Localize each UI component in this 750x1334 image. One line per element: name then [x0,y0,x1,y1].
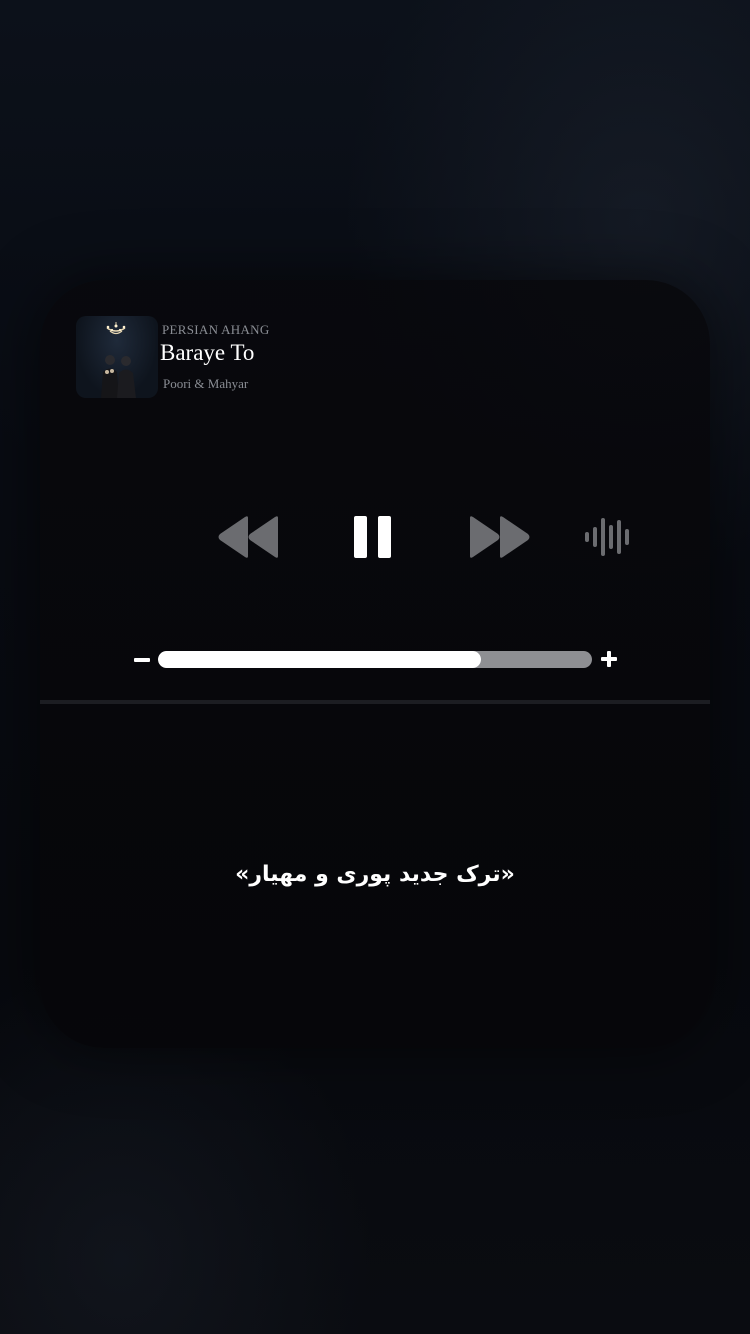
album-cover-image [76,316,158,398]
pause-button[interactable] [350,512,396,562]
rewind-icon [218,516,278,558]
fast-forward-button[interactable] [468,514,532,560]
track-artist: Poori & Mahyar [163,376,249,391]
fast-forward-icon [470,516,530,558]
pause-icon [354,516,391,558]
story-screen: PERSIAN AHANG Baraye To Poori & Mahyar «… [0,0,750,1334]
volume-down-button[interactable] [134,658,150,662]
volume-slider[interactable] [158,651,592,668]
chandelier-icon [106,322,126,335]
audio-output-button[interactable] [582,516,636,558]
now-playing-card: PERSIAN AHANG Baraye To Poori & Mahyar [40,280,710,1048]
waveform-icon [585,518,629,556]
rewind-button[interactable] [216,514,280,560]
artists-silhouette-icon [101,355,136,398]
volume-slider-fill [158,651,481,668]
card-divider [40,700,710,704]
source-label: PERSIAN AHANG [162,322,270,337]
story-caption: «ترک جدید پوری و مهیار» [235,862,515,887]
volume-up-button[interactable] [601,651,617,667]
track-title: Baraye To [160,340,255,365]
